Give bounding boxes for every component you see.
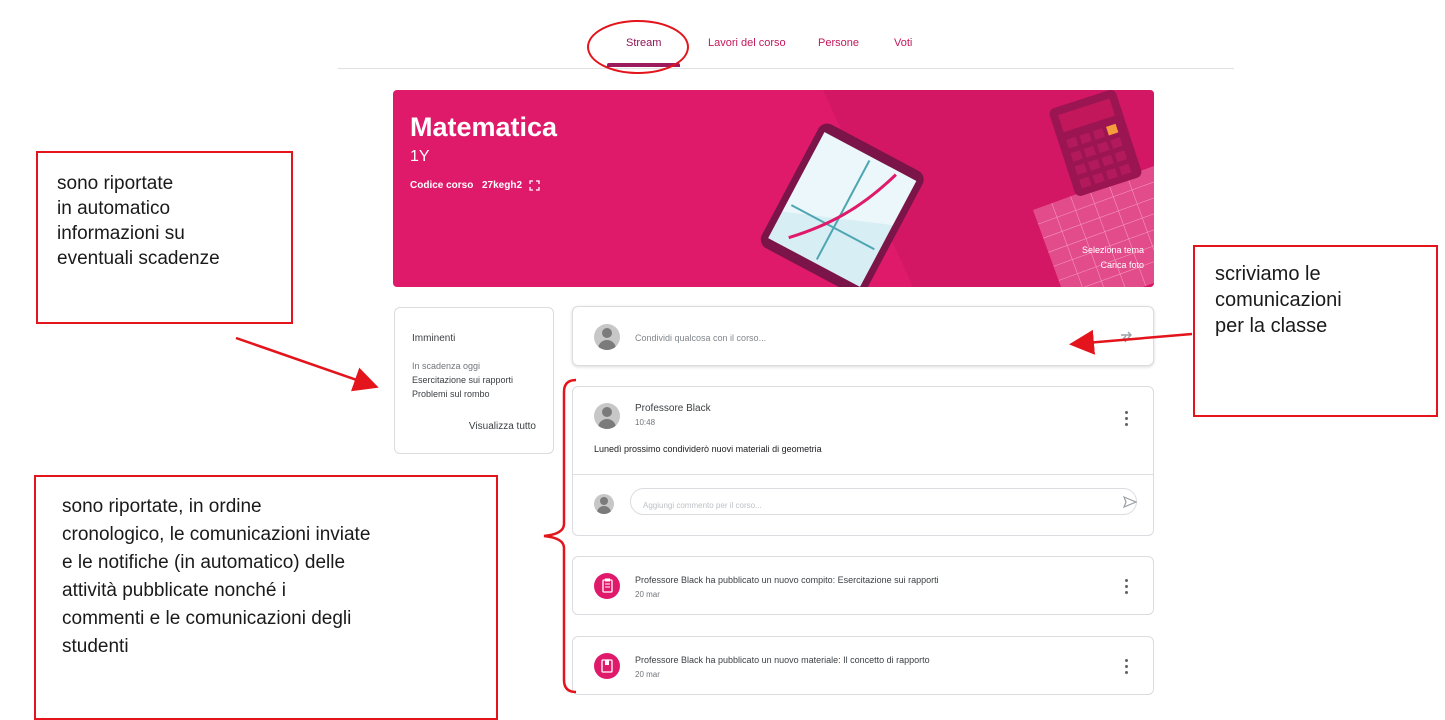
arrow-to-share: [1069, 329, 1193, 355]
annotation-arrows: [235, 329, 1193, 694]
stream-bracket: [543, 378, 577, 694]
arrow-to-upcoming: [235, 336, 379, 392]
